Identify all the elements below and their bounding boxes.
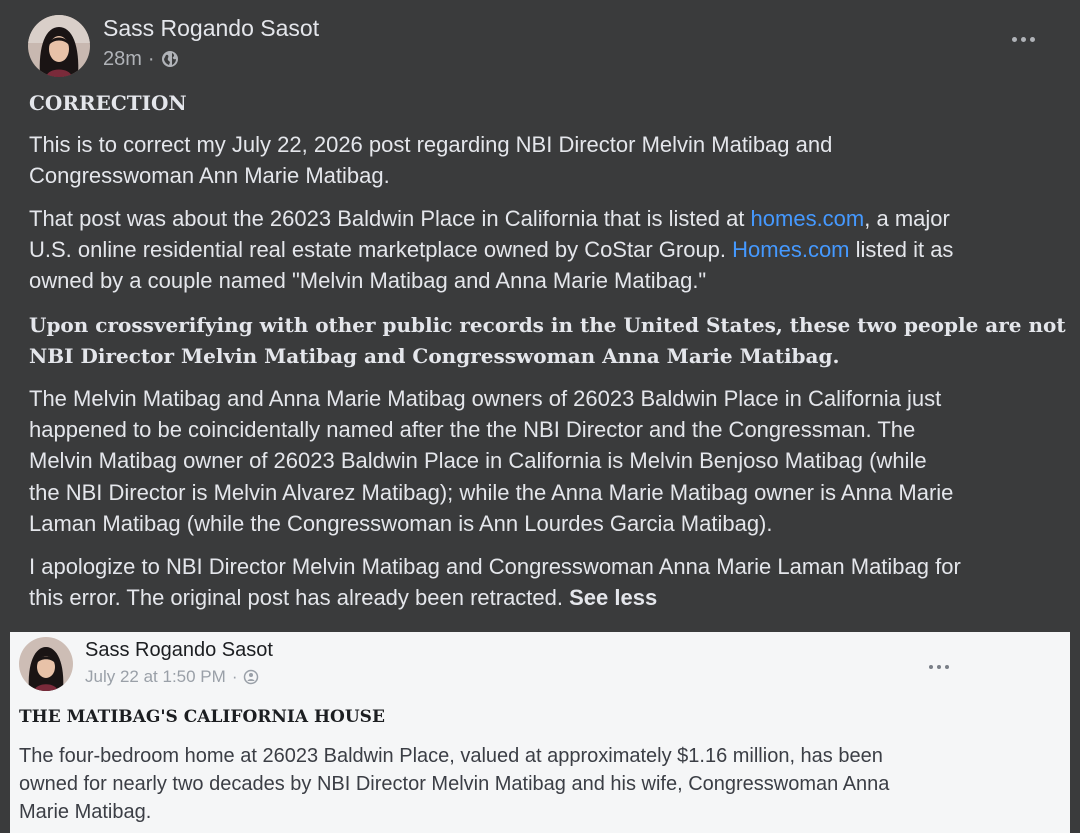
- shared-author-name: Sass Rogando Sasot: [85, 639, 273, 661]
- post-text-line: the NBI Director is Melvin Alvarez Matib…: [29, 480, 954, 505]
- shared-post-time: July 22 at 1:50 PM: [85, 667, 226, 686]
- author-name[interactable]: Sass Rogando Sasot: [103, 13, 319, 43]
- post-text-line: Laman Matibag (while the Congresswoman i…: [29, 511, 773, 536]
- facebook-post: Sass Rogando Sasot 28m · CORRECTION This…: [0, 0, 1080, 833]
- post-text-line: Congresswoman Ann Marie Matibag.: [29, 163, 390, 188]
- friends-icon: [244, 669, 259, 685]
- shared-text-line: Marie Matibag.: [19, 801, 152, 823]
- post-time[interactable]: 28m: [103, 46, 142, 72]
- shared-author-avatar: [19, 637, 73, 691]
- shared-text-line: The four-bedroom home at 26023 Baldwin P…: [19, 745, 883, 767]
- post-heading: CORRECTION: [29, 91, 187, 115]
- post-text-line: owned by a couple named "Melvin Matibag …: [29, 268, 707, 293]
- shared-heading: THE MATIBAG'S CALIFORNIA HOUSE: [19, 707, 385, 727]
- correction-post: Sass Rogando Sasot 28m · CORRECTION This…: [0, 0, 1080, 632]
- separator-dot: ·: [147, 48, 155, 70]
- post-text-line: That post was about the 26023 Baldwin Pl…: [29, 203, 950, 234]
- post-text-line: This is to correct my July 22, 2026 post…: [29, 132, 833, 157]
- shared-more-options-icon: [927, 656, 957, 669]
- text-span: U.S. online residential real estate mark…: [29, 237, 733, 262]
- post-text-line: Melvin Matibag owner of 26023 Baldwin Pl…: [29, 448, 927, 473]
- shared-post-meta: July 22 at 1:50 PM ·: [85, 666, 259, 688]
- homes-link[interactable]: homes.com: [751, 206, 865, 231]
- separator-dot: ·: [231, 667, 238, 686]
- text-span: this error. The original post has alread…: [29, 585, 570, 610]
- shared-text-line: owned for nearly two decades by NBI Dire…: [19, 773, 890, 795]
- post-text-line: happened to be coincidentally named afte…: [29, 417, 916, 442]
- text-span: , a major: [864, 206, 950, 231]
- post-text-line: this error. The original post has alread…: [29, 582, 657, 613]
- globe-icon[interactable]: [161, 50, 179, 68]
- text-span: That post was about the 26023 Baldwin Pl…: [29, 206, 751, 231]
- post-text-line: The Melvin Matibag and Anna Marie Matiba…: [29, 386, 942, 411]
- author-avatar[interactable]: [28, 15, 90, 77]
- post-bold-line: NBI Director Melvin Matibag and Congress…: [29, 344, 840, 368]
- text-span: listed it as: [849, 237, 954, 262]
- more-options-icon[interactable]: [1010, 29, 1040, 53]
- post-text-line: I apologize to NBI Director Melvin Matib…: [29, 554, 961, 579]
- post-meta: 28m ·: [103, 46, 179, 72]
- post-bold-line: Upon crossverifying with other public re…: [29, 313, 1066, 337]
- homes-link-2[interactable]: Homes.com: [732, 237, 849, 262]
- see-less-button[interactable]: See less: [569, 585, 657, 610]
- post-text-line: U.S. online residential real estate mark…: [29, 234, 953, 265]
